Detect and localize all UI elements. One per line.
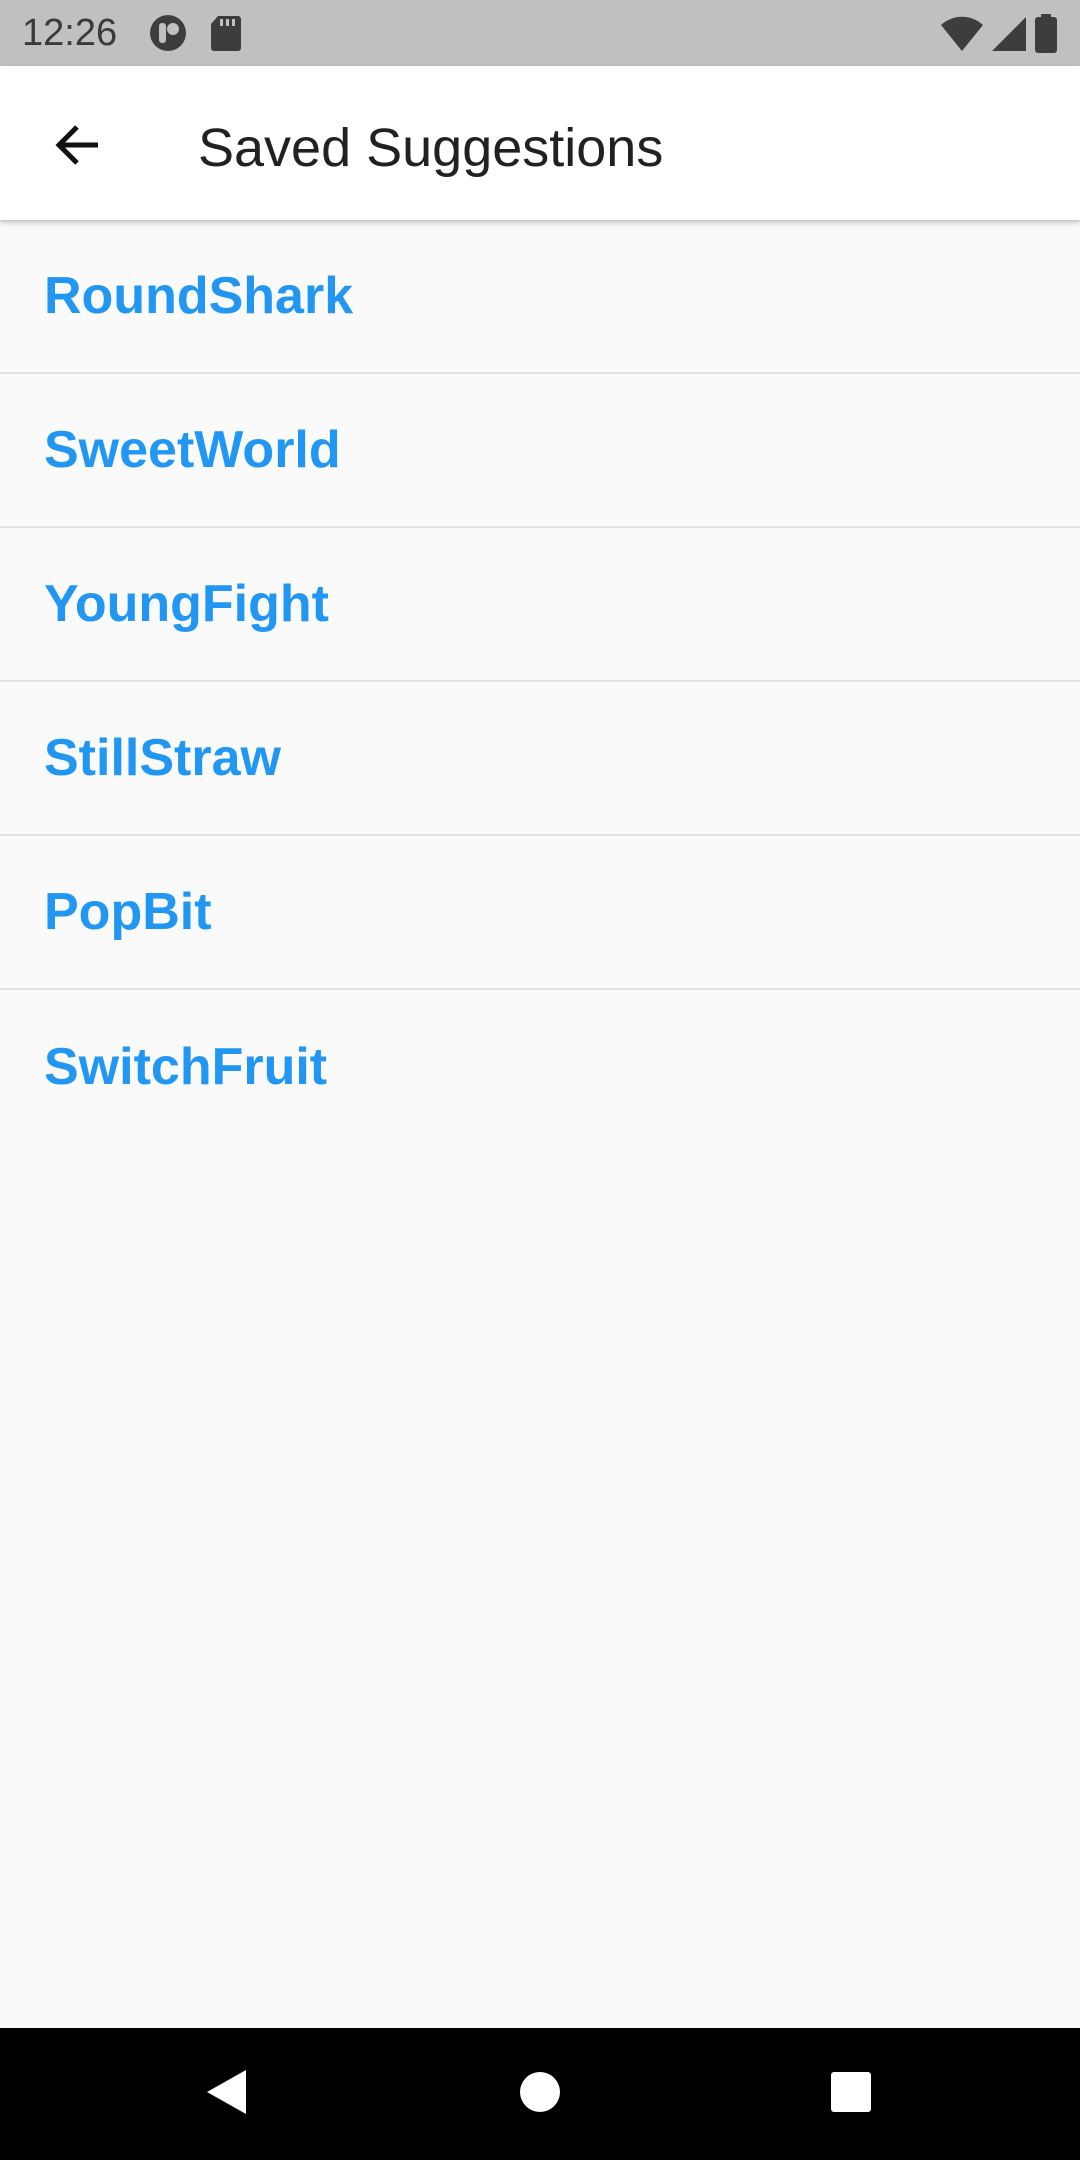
list-item[interactable]: YoungFight bbox=[0, 528, 1080, 682]
nav-recents-icon bbox=[830, 2071, 872, 2118]
sd-card-icon bbox=[210, 14, 242, 52]
list-item[interactable]: PopBit bbox=[0, 836, 1080, 990]
list-item[interactable]: SweetWorld bbox=[0, 374, 1080, 528]
cellular-signal-icon bbox=[990, 15, 1028, 53]
list-item-label: StillStraw bbox=[44, 729, 281, 787]
list-item-label: YoungFight bbox=[44, 575, 329, 633]
navigation-bar bbox=[0, 2028, 1080, 2160]
status-left-icons bbox=[148, 13, 242, 53]
battery-icon bbox=[1034, 14, 1058, 54]
notification-app-icon bbox=[148, 13, 188, 53]
page-title: Saved Suggestions bbox=[198, 118, 664, 178]
nav-recents-button[interactable] bbox=[811, 2054, 891, 2134]
app-bar: Saved Suggestions bbox=[0, 66, 1080, 220]
list-item-label: SweetWorld bbox=[44, 421, 341, 479]
list-item[interactable]: StillStraw bbox=[0, 682, 1080, 836]
screen: 12:26 Saved Suggestions RoundShark Sweet… bbox=[0, 0, 1080, 2160]
status-bar: 12:26 bbox=[0, 0, 1080, 66]
nav-back-button[interactable] bbox=[186, 2054, 266, 2134]
list-item-label: RoundShark bbox=[44, 267, 354, 325]
nav-home-button[interactable] bbox=[500, 2054, 580, 2134]
back-button[interactable] bbox=[32, 102, 122, 192]
nav-back-icon bbox=[204, 2067, 248, 2122]
saved-suggestions-list: RoundShark SweetWorld YoungFight StillSt… bbox=[0, 220, 1080, 1144]
wifi-icon bbox=[940, 15, 984, 53]
nav-home-icon bbox=[519, 2071, 561, 2118]
status-right-icons bbox=[940, 14, 1058, 54]
list-item[interactable]: SwitchFruit bbox=[0, 990, 1080, 1144]
list-item-label: PopBit bbox=[44, 883, 212, 941]
list-item[interactable]: RoundShark bbox=[0, 220, 1080, 374]
list-item-label: SwitchFruit bbox=[44, 1038, 328, 1096]
status-time: 12:26 bbox=[22, 12, 118, 54]
arrow-back-icon bbox=[52, 120, 102, 175]
